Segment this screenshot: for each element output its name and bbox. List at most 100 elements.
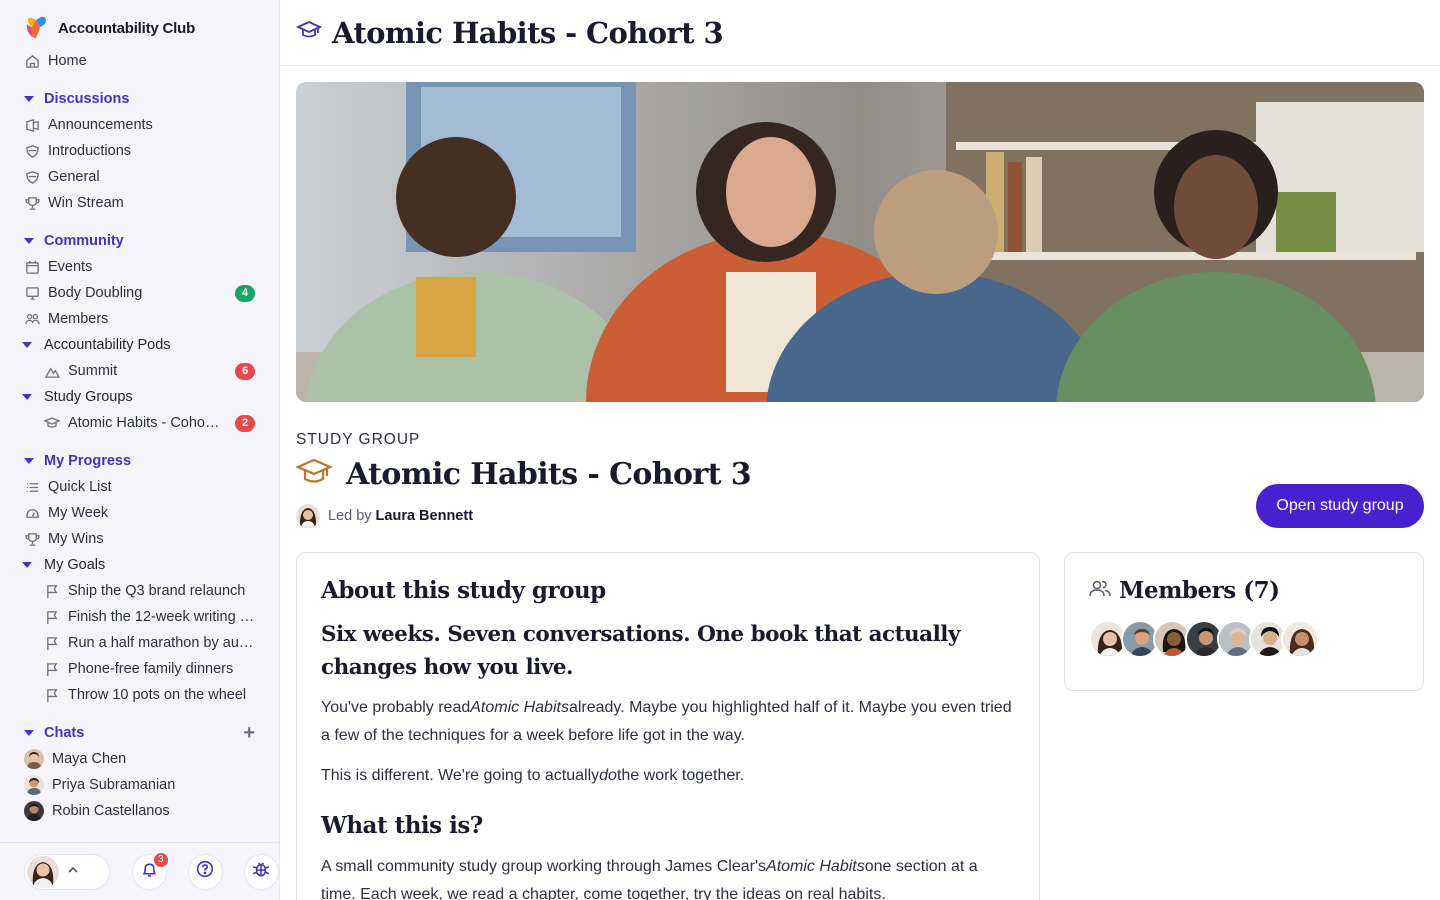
sidebar-item-label: Events [48, 259, 93, 275]
group-title: Atomic Habits - Cohort 3 [346, 457, 752, 492]
open-study-group-button[interactable]: Open study group [1256, 484, 1424, 528]
caret-down-icon [24, 458, 34, 464]
folder-label: Study Groups [44, 389, 133, 405]
sidebar-item-summit[interactable]: Summit 6 [0, 358, 279, 384]
home-icon [24, 53, 40, 69]
monitor-icon [24, 285, 40, 301]
sidebar-item-announcements[interactable]: Announcements [0, 112, 279, 138]
member-avatar[interactable] [1281, 620, 1319, 658]
about-paragraph: A small community study group working th… [321, 853, 1015, 900]
members-heading: Members (7) [1119, 577, 1280, 604]
flag-icon [44, 583, 60, 599]
bug-report-button[interactable] [243, 853, 280, 890]
about-subheading: Six weeks. Seven conversations. One book… [321, 622, 960, 680]
sidebar-item-members[interactable]: Members [0, 306, 279, 332]
folder-accountability-pods[interactable]: Accountability Pods [0, 332, 279, 358]
avatar [24, 749, 44, 769]
sidebar-item-goal[interactable]: Phone-free family dinners [0, 656, 279, 682]
what-heading: What this is? [321, 812, 483, 839]
brand[interactable]: Accountability Club [0, 0, 279, 42]
leader-name[interactable]: Laura Bennett [376, 508, 474, 524]
text-span: the work together. [616, 767, 745, 784]
section-discussions[interactable]: Discussions [0, 86, 279, 112]
avatar [27, 855, 59, 888]
list-icon [24, 479, 40, 495]
sidebar-item-win-stream[interactable]: Win Stream [0, 190, 279, 216]
sidebar-item-goal[interactable]: Finish the 12-week writing challenge [0, 604, 279, 630]
sidebar-item-introductions[interactable]: Introductions [0, 138, 279, 164]
sidebar-item-events[interactable]: Events [0, 254, 279, 280]
count-badge: 2 [235, 414, 255, 432]
folder-my-goals[interactable]: My Goals [0, 552, 279, 578]
sidebar-item-label: Atomic Habits - Cohort 3 [68, 415, 223, 431]
sidebar-item-my-week[interactable]: My Week [0, 500, 279, 526]
sidebar-item-general[interactable]: General [0, 164, 279, 190]
caret-down-icon [24, 730, 34, 736]
chat-name: Maya Chen [52, 751, 127, 767]
sidebar-item-label: General [48, 169, 100, 185]
folder-study-groups[interactable]: Study Groups [0, 384, 279, 410]
count-badge: 4 [235, 284, 255, 302]
account-menu-button[interactable] [24, 853, 110, 890]
sidebar-item-goal[interactable]: Throw 10 pots on the wheel [0, 682, 279, 708]
users-icon [24, 311, 40, 327]
folder-label: Accountability Pods [44, 337, 171, 353]
sidebar-item-label: My Wins [48, 531, 104, 547]
text-span: This is different. We're going to actual… [321, 767, 600, 784]
sidebar-item-label: Body Doubling [48, 285, 143, 301]
book-title: Atomic Habits [766, 858, 865, 875]
folder-label: My Goals [44, 557, 106, 573]
brand-name: Accountability Club [58, 19, 196, 37]
member-avatars [1089, 620, 1399, 658]
section-my-progress[interactable]: My Progress [0, 448, 279, 474]
caret-down-icon [22, 562, 32, 568]
sidebar-item-label: Phone-free family dinners [68, 661, 234, 677]
count-badge: 6 [235, 362, 255, 380]
sidebar-item-label: My Week [48, 505, 109, 521]
graduation-cap-icon [295, 17, 323, 48]
chat-item[interactable]: Priya Subramanian [0, 772, 279, 798]
help-icon [196, 860, 214, 883]
led-by-label: Led by [328, 508, 372, 524]
sidebar-item-goal[interactable]: Ship the Q3 brand relaunch [0, 578, 279, 604]
add-chat-icon[interactable]: + [243, 723, 255, 743]
sidebar-item-atomic-habits[interactable]: Atomic Habits - Cohort 3 2 [0, 410, 279, 436]
section-community[interactable]: Community [0, 228, 279, 254]
text-span: You've probably read [321, 699, 471, 716]
avatar [24, 775, 44, 795]
avatar [296, 504, 320, 528]
sidebar-item-goal[interactable]: Run a half marathon by autumn [0, 630, 279, 656]
sidebar-item-label: Run a half marathon by autumn [68, 635, 255, 651]
avatar [24, 801, 44, 821]
sidebar-footer: 3 [0, 842, 280, 900]
members-card: Members (7) [1064, 552, 1424, 691]
caret-down-icon [22, 342, 32, 348]
notification-count: 3 [152, 851, 169, 868]
gauge-icon [24, 505, 40, 521]
megaphone-icon [24, 117, 40, 133]
sidebar-item-label: Finish the 12-week writing challenge [68, 609, 255, 625]
book-title: Atomic Habits [470, 699, 569, 716]
sidebar-item-label: Ship the Q3 brand relaunch [68, 583, 246, 599]
chevron-up-icon [67, 864, 79, 879]
caret-down-icon [22, 394, 32, 400]
flag-icon [44, 609, 60, 625]
sidebar-item-label: Announcements [48, 117, 153, 133]
sidebar-item-label: Win Stream [48, 195, 124, 211]
cover-image [296, 82, 1424, 402]
section-label: Chats [44, 725, 85, 741]
caret-down-icon [24, 96, 34, 102]
sidebar-item-quick-list[interactable]: Quick List [0, 474, 279, 500]
sidebar-item-home[interactable]: Home [0, 48, 279, 74]
section-chats[interactable]: Chats + [0, 720, 279, 746]
chat-item[interactable]: Maya Chen [0, 746, 279, 772]
sidebar-item-body-doubling[interactable]: Body Doubling 4 [0, 280, 279, 306]
sidebar-item-my-wins[interactable]: My Wins [0, 526, 279, 552]
notifications-button[interactable]: 3 [131, 851, 169, 890]
chat-item[interactable]: Robin Castellanos [0, 798, 279, 824]
section-label: Community [44, 233, 124, 249]
trophy-icon [24, 195, 40, 211]
help-button[interactable] [187, 853, 223, 890]
main-content: Atomic Habits - Cohort 3 STUDY GROUP Ato… [280, 0, 1440, 900]
about-paragraph: This is different. We're going to actual… [321, 762, 1015, 790]
